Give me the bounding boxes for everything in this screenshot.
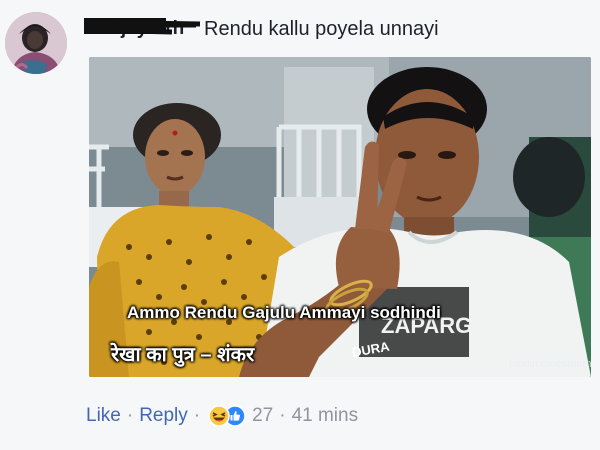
separator-dot: · <box>193 405 201 426</box>
image-caption-english: Ammo Rendu Gajulu Ammayi sodhindi <box>127 303 441 322</box>
comment-attached-image[interactable]: ZAPARGE DURA hindimoviesmemes.in Ammo Re… <box>89 57 591 377</box>
comment-author[interactable]: Sanjay Srh <box>84 18 200 40</box>
comment-actions: Like · Reply · 27 · 41 mins <box>86 405 358 427</box>
comment: Sanjay Srh Rendu kallu poyela unnayi ZAP… <box>0 0 600 450</box>
comment-text: Rendu kallu poyela unnayi <box>204 18 439 40</box>
reply-link[interactable]: Reply <box>139 405 188 427</box>
author-name[interactable]: Sanjay Srh <box>86 18 184 40</box>
movie-still-image: ZAPARGE DURA hindimoviesmemes.in <box>89 57 591 377</box>
reaction-count: 27 <box>252 405 274 426</box>
watermark-text: hindimoviesmemes.in <box>509 358 591 370</box>
avatar-image <box>5 12 67 74</box>
separator-dot: · <box>279 405 286 426</box>
haha-icon <box>208 405 230 427</box>
image-caption-hindi: रेखा का पुत्र – शंकर <box>111 344 255 366</box>
reactions-summary[interactable]: 27 <box>208 405 273 427</box>
separator-dot: · <box>126 405 134 426</box>
comment-timestamp[interactable]: 41 mins <box>292 405 359 427</box>
commenter-avatar[interactable] <box>5 12 67 74</box>
like-link[interactable]: Like <box>86 405 121 427</box>
